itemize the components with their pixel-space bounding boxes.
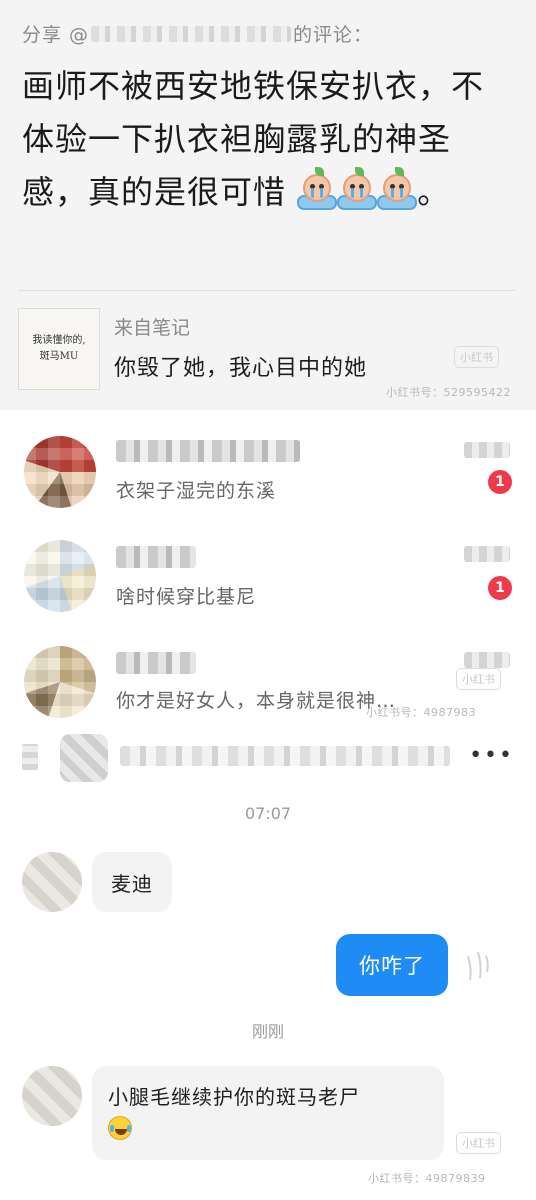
share-header: 分享 @ 的评论： bbox=[22, 20, 373, 47]
unread-badge: 1 bbox=[488, 576, 512, 600]
message-timestamp: 刚刚 bbox=[251, 1022, 284, 1041]
note-thumbnail[interactable]: 我读懂你的, 斑马MU bbox=[18, 308, 100, 390]
tears-of-joy-emoji-icon bbox=[108, 1115, 132, 1140]
message-text: 小腿毛继续护你的斑马老尸 bbox=[108, 1085, 360, 1109]
note-thumbnail-text: 我读懂你的, 斑马MU bbox=[32, 335, 86, 362]
message-preview: 衣架子湿完的东溪 bbox=[116, 480, 277, 502]
watermark-logo: 小红书 bbox=[456, 668, 501, 690]
sender-avatar[interactable] bbox=[22, 1066, 82, 1126]
note-title[interactable]: 你毁了她，我心目中的她 bbox=[114, 350, 367, 382]
message-timestamp: 07:07 bbox=[244, 804, 292, 823]
blurred-time bbox=[464, 442, 510, 458]
avatar bbox=[24, 646, 96, 718]
blurred-name bbox=[116, 440, 300, 462]
blurred-status-mark bbox=[467, 951, 489, 981]
watermark-logo: 小红书 bbox=[456, 1132, 501, 1154]
chat-list-item[interactable]: 你才是好女人，本身就是很神… 小红书 小红书号：4987983 bbox=[0, 640, 536, 740]
comment-end-mark: 。 bbox=[417, 173, 451, 211]
share-prefix: 分享 @ bbox=[22, 24, 90, 46]
blurred-conversation-name bbox=[120, 746, 450, 766]
message-preview: 啥时候穿比基尼 bbox=[116, 586, 257, 608]
sender-avatar[interactable] bbox=[22, 852, 82, 912]
watermark-id: 小红书号：4987983 bbox=[366, 706, 476, 719]
unread-badge: 1 bbox=[488, 470, 512, 494]
chat-list-item[interactable]: 啥时候穿比基尼 1 bbox=[0, 534, 536, 634]
watermark-id: 小红书号：49879839 bbox=[368, 1172, 486, 1185]
comment-text: 画师不被西安地铁保安扒衣，不体验一下扒衣袒胸露乳的神圣感，真的是很可惜 。 bbox=[22, 60, 492, 219]
avatar bbox=[24, 436, 96, 508]
conversation-header: ••• bbox=[0, 728, 536, 788]
more-options-button[interactable]: ••• bbox=[469, 745, 514, 767]
message-bubble-incoming[interactable]: 小腿毛继续护你的斑马老尸 bbox=[92, 1066, 444, 1160]
blurred-time bbox=[464, 546, 510, 562]
back-arrow-icon[interactable] bbox=[22, 744, 38, 770]
watermark-id: 小红书号：529595422 bbox=[386, 386, 511, 399]
blurred-name bbox=[116, 652, 196, 674]
message-text: 麦迪 bbox=[111, 871, 153, 896]
note-source-label: 来自笔记 bbox=[114, 317, 191, 339]
divider bbox=[18, 290, 516, 291]
crying-baby-emoji-icon bbox=[297, 167, 338, 211]
message-bubble-outgoing[interactable]: 你咋了 bbox=[336, 934, 448, 996]
shared-comment-card[interactable]: 分享 @ 的评论： 画师不被西安地铁保安扒衣，不体验一下扒衣袒胸露乳的神圣感，真… bbox=[0, 0, 536, 410]
message-bubble-incoming[interactable]: 麦迪 bbox=[92, 852, 172, 912]
avatar bbox=[24, 540, 96, 612]
blurred-username bbox=[91, 25, 292, 42]
message-preview: 你才是好女人，本身就是很神… bbox=[116, 690, 397, 712]
crying-baby-emoji-icon bbox=[337, 167, 378, 211]
share-suffix: 的评论： bbox=[293, 24, 374, 46]
watermark-logo: 小红书 bbox=[454, 346, 499, 368]
chat-list-item[interactable]: 衣架子湿完的东溪 1 bbox=[0, 426, 536, 526]
blurred-name bbox=[116, 546, 196, 568]
crying-baby-emoji-icon bbox=[377, 167, 418, 211]
blurred-time bbox=[464, 652, 510, 668]
message-text: 你咋了 bbox=[359, 954, 425, 978]
conversation-avatar[interactable] bbox=[60, 734, 108, 782]
